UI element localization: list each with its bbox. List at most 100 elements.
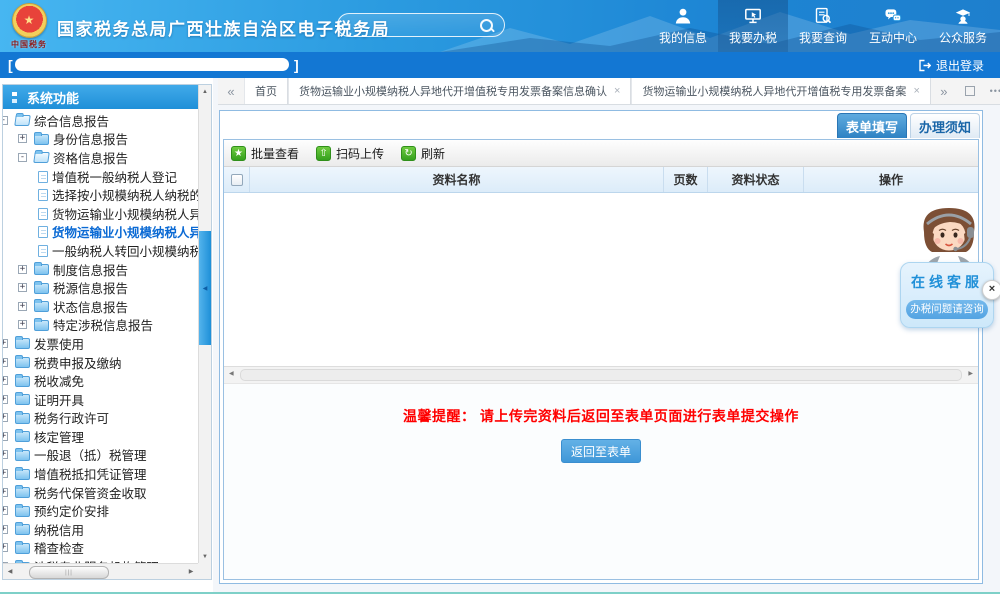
close-icon[interactable]: × [982, 280, 1000, 300]
expand-plus-icon[interactable]: + [3, 469, 8, 478]
scroll-down-icon[interactable]: ▼ [199, 550, 211, 563]
sidebar-item[interactable]: 增值税一般纳税人登记 [3, 167, 198, 186]
scrollbar-thumb[interactable]: ◀ [199, 231, 211, 345]
tabs-host: 首页货物运输业小规模纳税人异地代开增值税专用发票备案信息确认×货物运输业小规模纳… [244, 78, 931, 104]
expand-plus-icon[interactable]: + [18, 302, 27, 311]
sidebar-vertical-scrollbar[interactable]: ▲ ◀ ▼ [198, 85, 211, 563]
maximize-icon[interactable] [957, 78, 983, 104]
toolbar-button-label: 扫码上传 [336, 145, 384, 162]
folder-icon [34, 264, 49, 275]
nav-item[interactable]: 我的信息 [648, 0, 718, 52]
tabs-scroll-left-icon[interactable]: « [218, 78, 244, 104]
toolbar-button-label: 刷新 [421, 145, 445, 162]
collapse-minus-icon[interactable]: - [18, 153, 27, 162]
expand-plus-icon[interactable]: + [18, 265, 27, 274]
sidebar-item[interactable]: +一般退（抵）税管理 [3, 446, 198, 465]
select-all-checkbox[interactable] [231, 174, 243, 186]
expand-plus-icon[interactable]: + [18, 283, 27, 292]
sidebar-item[interactable]: 选择按小规模纳税人纳税的情况 [3, 185, 198, 204]
expand-plus-icon[interactable]: + [18, 134, 27, 143]
tab-document[interactable]: 货物运输业小规模纳税人异地代开增值税专用发票备案 × [631, 78, 930, 104]
toolbar-button[interactable]: ⇧扫码上传 [316, 145, 384, 162]
sidebar-item[interactable]: +税源信息报告 [3, 278, 198, 297]
nav-item[interactable]: 公众服务 [928, 0, 998, 52]
sidebar-item[interactable]: +预约定价安排 [3, 501, 198, 520]
sidebar-item[interactable]: + 增值税抵扣凭证管理 [3, 464, 198, 483]
sidebar-item-label: 状态信息报告 [53, 297, 128, 316]
nav-item[interactable]: 我要查询 [788, 0, 858, 52]
toolbar-button[interactable]: ★批量查看 [231, 145, 299, 162]
expand-plus-icon[interactable]: + [3, 450, 8, 459]
sidebar-item-label: 制度信息报告 [53, 260, 128, 279]
expand-plus-icon[interactable]: + [3, 413, 8, 422]
menu-icon [12, 92, 19, 103]
tab-home[interactable]: 首页 [244, 78, 288, 104]
table-horizontal-scrollbar[interactable]: ◀ ▶ [224, 366, 978, 384]
sidebar-item[interactable]: -资格信息报告 [3, 148, 198, 167]
expand-plus-icon[interactable]: + [3, 339, 8, 348]
nav-item[interactable]: 互动中心 [858, 0, 928, 52]
collapse-minus-icon[interactable]: - [3, 116, 8, 125]
scrollbar-thumb[interactable]: ||| [29, 566, 109, 579]
tab-close-icon[interactable]: × [614, 85, 620, 97]
scroll-up-icon[interactable]: ▲ [199, 85, 211, 98]
sidebar-item[interactable]: +稽查检查 [3, 539, 198, 558]
service-consult-button[interactable]: 办税问题请咨询 [906, 300, 988, 319]
scroll-left-icon[interactable]: ◀ [229, 370, 234, 377]
graduate-icon [953, 6, 973, 26]
toolbar-button[interactable]: ↻刷新 [401, 145, 445, 162]
expand-plus-icon[interactable]: + [3, 376, 8, 385]
online-service-widget: 在线客服 办税问题请咨询 × [898, 200, 1000, 328]
sidebar-item[interactable]: +税务行政许可 [3, 409, 198, 428]
tabs-scroll-right-icon[interactable]: » [931, 78, 957, 104]
document-tabbar: « 首页货物运输业小规模纳税人异地代开增值税专用发票备案信息确认×货物运输业小规… [218, 78, 1000, 105]
sidebar-item[interactable]: +发票使用 [3, 334, 198, 353]
sidebar-item-label: 增值税抵扣凭证管理 [34, 464, 147, 483]
sidebar-item[interactable]: +核定管理 [3, 427, 198, 446]
sidebar-item[interactable]: + 税费申报及缴纳 [3, 353, 198, 372]
header-search-input[interactable] [337, 13, 505, 37]
sidebar-item[interactable]: +税务代保管资金收取 [3, 483, 198, 502]
expand-plus-icon[interactable]: + [3, 525, 8, 534]
scroll-left-icon[interactable]: ◀ [3, 564, 17, 579]
form-tab[interactable]: 办理须知 [910, 113, 980, 138]
sidebar-horizontal-scrollbar[interactable]: ◀ ||| ▶ [3, 563, 198, 579]
scrollbar-thumb[interactable] [240, 369, 962, 381]
service-agent-avatar[interactable] [910, 200, 988, 268]
expand-plus-icon[interactable]: + [3, 395, 8, 404]
sidebar-item-label: 税费申报及缴纳 [34, 353, 122, 372]
sidebar-item[interactable]: -综合信息报告 [3, 111, 198, 130]
expand-plus-icon[interactable]: + [3, 358, 8, 367]
expand-plus-icon[interactable]: + [18, 320, 27, 329]
tab-close-icon[interactable]: × [913, 85, 919, 97]
folder-icon [15, 413, 30, 424]
sidebar-item[interactable]: + 状态信息报告 [3, 297, 198, 316]
sidebar-item[interactable]: +身份信息报告 [3, 130, 198, 149]
expand-plus-icon[interactable]: + [3, 506, 8, 515]
expand-plus-icon[interactable]: + [3, 543, 8, 552]
sidebar-item[interactable]: 货物运输业小规模纳税人异地代 [3, 204, 198, 223]
sidebar-item[interactable]: + 制度信息报告 [3, 260, 198, 279]
tabbar-controls: » ••• [931, 78, 1000, 104]
tab-document[interactable]: 货物运输业小规模纳税人异地代开增值税专用发票备案信息确认× [288, 78, 631, 104]
sidebar-item[interactable]: +证明开具 [3, 390, 198, 409]
sidebar-item[interactable]: +税收减免 [3, 371, 198, 390]
expand-plus-icon[interactable]: + [3, 432, 8, 441]
logout-button[interactable]: 退出登录 [918, 57, 984, 74]
sidebar-item[interactable]: 一般纳税人转回小规模纳税人 [3, 241, 198, 260]
nav-item-label: 我要查询 [799, 29, 847, 46]
form-tab[interactable]: 表单填写 [837, 113, 907, 138]
scroll-right-icon[interactable]: ▶ [968, 370, 973, 377]
nav-item-label: 我要办税 [729, 29, 777, 46]
sidebar-item[interactable]: +纳税信用 [3, 520, 198, 539]
nav-item[interactable]: 我要办税 [718, 0, 788, 52]
scroll-right-icon[interactable]: ▶ [184, 564, 198, 579]
sidebar-item[interactable]: 货物运输业小规模纳税人异地 [3, 223, 198, 242]
national-emblem-icon [12, 3, 47, 38]
tab-label: 货物运输业小规模纳税人异地代开增值税专用发票备案 [642, 83, 906, 99]
folder-icon [34, 283, 49, 294]
more-tabs-icon[interactable]: ••• [983, 78, 1000, 104]
expand-plus-icon[interactable]: + [3, 488, 8, 497]
sidebar-item[interactable]: +特定涉税信息报告 [3, 316, 198, 335]
return-to-form-button[interactable]: 返回至表单 [561, 439, 641, 463]
